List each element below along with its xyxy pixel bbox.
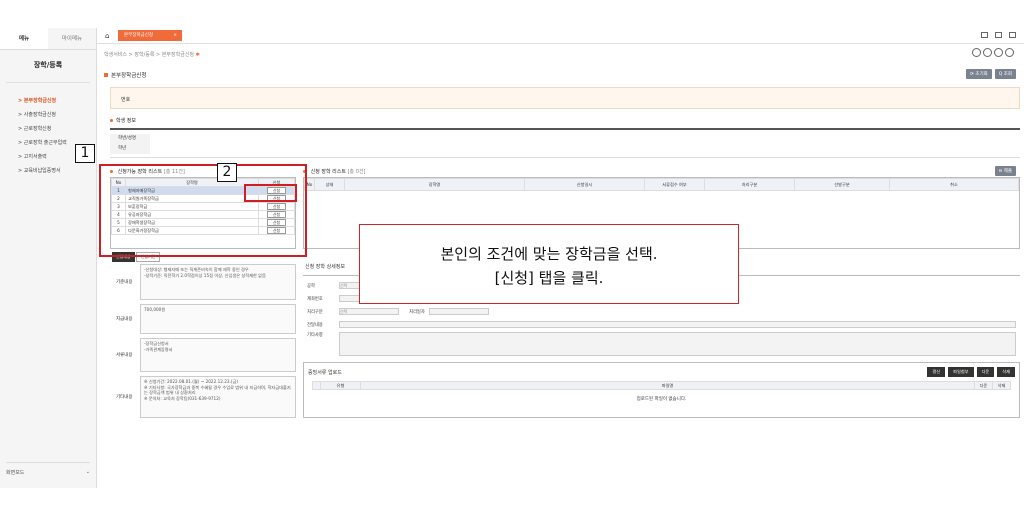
instruction-callout: 본인의 조건에 맞는 장학금을 선택. [신청] 탭을 클릭.	[359, 224, 739, 304]
sidebar: 메뉴 마이메뉴 장학/등록 > 본부장학금신청 > 사출장학금신청 > 근로장학…	[0, 28, 97, 488]
scholarship-detail: 기준내용 -신청대상: 형제자매 또는 직계존비속이 함께 재학 중인 경우 -…	[110, 264, 296, 422]
download-button[interactable]: 다운	[976, 367, 995, 377]
form-row: 전달내용	[307, 319, 1016, 330]
detail-label: 기준내용	[116, 280, 133, 285]
field-label: 처리구분	[307, 309, 323, 315]
process-date-input[interactable]	[428, 308, 489, 315]
detail-row: 기타내용 ※ 신청기간: 2022.08.01.(월) ~ 2022.12.23…	[110, 376, 296, 418]
column-header: 상태	[314, 178, 345, 191]
student-id-label: 학번/성명	[110, 134, 150, 144]
detail-value: -장학금신청서 -가족관계증명서	[140, 338, 296, 372]
upload-table: 유형 파일명 다운 삭제 업로드된 파일이 없습니다.	[312, 381, 1011, 402]
page-tab-label: 본부장학금신청	[124, 33, 153, 38]
upload-buttons: 갱신 파일첨부 다운 삭제	[927, 367, 1015, 377]
field-label: 공학	[307, 283, 315, 289]
student-section-title: 학생 정보	[110, 117, 136, 124]
sidebar-item-scholarship-apply[interactable]: > 본부장학금신청	[0, 93, 96, 107]
column-header: 신청일시	[524, 178, 645, 191]
sidebar-title: 장학/등록	[6, 50, 90, 83]
sidebar-menu: > 본부장학금신청 > 사출장학금신청 > 근로장학신청 > 근로장학 출근부입…	[0, 93, 96, 177]
upload-title: 증빙서류 업로드	[308, 369, 342, 376]
process-date-label: 처리일자	[409, 309, 425, 315]
column-header: 취소	[889, 178, 1019, 191]
remarks-input[interactable]	[339, 332, 1016, 356]
detail-value: -신청대상: 형제자매 또는 직계존비속이 함께 재학 중인 경우 -성적기준:…	[140, 264, 296, 300]
form-row: 기타사항	[307, 332, 1016, 358]
column-header: 처리구분	[704, 178, 795, 191]
form-row: 처리구분 선택 처리일자	[307, 306, 1016, 317]
sidebar-item-tuition-certificate[interactable]: > 교육비납입증명서	[0, 163, 96, 177]
attach-file-button[interactable]: 파일첨부	[948, 367, 974, 377]
field-label: 계좌번호	[307, 296, 323, 302]
home-icon[interactable]: ⌂	[105, 32, 113, 40]
sidebar-item-external-scholarship[interactable]: > 사출장학금신청	[0, 107, 96, 121]
applied-list-title: 신청 장학 리스트 [총 0건]	[303, 168, 366, 175]
delete-button[interactable]: 삭제	[997, 367, 1015, 377]
screen-mode-selector[interactable]: 화면모드 ⌄	[6, 462, 90, 476]
search-button[interactable]: Q 조회	[994, 69, 1016, 79]
detail-value: ※ 신청기간: 2022.08.01.(월) ~ 2022.12.23.(금) …	[140, 376, 296, 418]
refresh-button[interactable]: 갱신	[927, 367, 946, 377]
info-icon[interactable]	[983, 48, 992, 57]
message-input[interactable]	[339, 321, 1016, 328]
sidebar-tabs: 메뉴 마이메뉴	[0, 28, 96, 50]
notice-box: 번호	[110, 87, 1020, 109]
detail-label: 기타내용	[116, 395, 133, 400]
print-icon[interactable]	[972, 48, 981, 57]
column-header: 파일명	[360, 381, 975, 390]
highlight-apply-box	[244, 184, 297, 202]
window-icon[interactable]	[981, 32, 988, 38]
page-title: 본부장학금신청	[104, 71, 146, 79]
applied-scholarship-table: No 상태 장학명 신청일시 서류접수 여부 처리구분 선발구분 취소	[304, 178, 1019, 191]
field-label: 전달내용	[307, 322, 323, 328]
upload-section: 증빙서류 업로드 갱신 파일첨부 다운 삭제 유형 파일명 다운 삭제 업로드된…	[303, 362, 1020, 418]
column-header: 서류접수 여부	[644, 178, 705, 191]
highlight-list-box	[99, 164, 307, 257]
favorite-star-icon[interactable]: ✱	[196, 52, 200, 58]
breadcrumb-text: 학생서비스 > 장학/등록 > 본부장학금신청	[104, 52, 195, 58]
close-icon[interactable]: ×	[173, 30, 177, 41]
field-label: 기타사항	[307, 333, 323, 338]
upload-file-table: 유형 파일명 다운 삭제	[312, 381, 1011, 390]
tab-menu[interactable]: 메뉴	[0, 28, 48, 49]
header-buttons: ⟳ 초기화 Q 조회	[966, 69, 1016, 79]
top-bar: ⌂ 본부장학금신청 ×	[97, 28, 1024, 44]
detail-label: 서류내용	[116, 353, 133, 358]
detail-row: 기준내용 -신청대상: 형제자매 또는 직계존비속이 함께 재학 중인 경우 -…	[110, 264, 296, 300]
grade-label: 학년	[110, 144, 150, 154]
step-marker-1: 1	[75, 144, 95, 163]
sidebar-item-work-scholarship[interactable]: > 근로장학신청	[0, 121, 96, 135]
column-header: 선발구분	[794, 178, 890, 191]
instruction-line-1: 본인의 조건에 맞는 장학금을 선택.	[440, 245, 658, 263]
help-icons	[972, 48, 1014, 57]
column-header: 다운	[974, 381, 993, 390]
tile-icon[interactable]	[995, 32, 1002, 38]
split-icon[interactable]	[1009, 32, 1016, 38]
column-header	[312, 381, 321, 390]
detail-row: 서류내용 -장학금신청서 -가족관계증명서	[110, 338, 296, 372]
help-icon[interactable]	[994, 48, 1003, 57]
student-info: 학번/성명 학년	[110, 128, 1020, 158]
column-header: 삭제	[992, 381, 1011, 390]
tab-my-menu[interactable]: 마이메뉴	[48, 28, 96, 49]
upload-header: 증빙서류 업로드 갱신 파일첨부 다운 삭제	[304, 363, 1019, 381]
window-controls	[981, 32, 1016, 38]
column-header: 장학명	[344, 178, 525, 191]
screen-mode-label: 화면모드	[6, 470, 25, 476]
empty-message: 업로드된 파일이 없습니다.	[636, 397, 687, 402]
column-header: 유형	[320, 381, 361, 390]
reset-button[interactable]: ⟳ 초기화	[966, 69, 992, 79]
chevron-down-icon: ⌄	[85, 469, 90, 475]
detail-label: 지급내용	[116, 317, 133, 322]
breadcrumb: 학생서비스 > 장학/등록 > 본부장학금신청 ✱	[104, 51, 200, 58]
step-marker-2: 2	[217, 163, 237, 182]
detail-row: 지급내용 700,000원	[110, 304, 296, 334]
detail-value: 700,000원	[140, 304, 296, 334]
close-icon[interactable]	[1005, 48, 1014, 57]
notice-label: 번호	[121, 97, 131, 103]
submit-button[interactable]: ⊖ 제출	[994, 166, 1016, 176]
page-tab[interactable]: 본부장학금신청 ×	[118, 30, 182, 41]
instruction-line-2: [신청] 탭을 클릭.	[494, 269, 604, 287]
process-select[interactable]: 선택	[339, 308, 399, 315]
